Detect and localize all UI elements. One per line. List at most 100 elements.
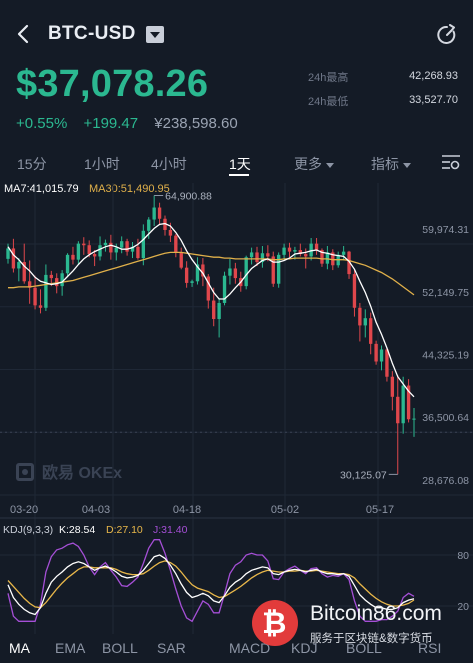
- tab-1h[interactable]: 1小时: [84, 154, 120, 174]
- candle-body: [136, 246, 140, 259]
- tab-more[interactable]: 更多: [294, 154, 334, 174]
- chart-settings-icon[interactable]: [441, 154, 461, 170]
- candle-body: [76, 243, 81, 260]
- change-absolute: +199.47: [83, 115, 139, 132]
- bitcoin86-watermark: ₿ Bitcoin86.com 服务于区块链&数字货币: [252, 592, 473, 654]
- candle-body: [184, 267, 189, 283]
- candle-body: [114, 247, 118, 253]
- candle-body: [71, 254, 75, 260]
- change-percent: +0.55%: [16, 115, 68, 132]
- candle-body: [412, 418, 416, 420]
- last-price: $37,078.26: [16, 63, 209, 105]
- candle-body: [282, 247, 286, 255]
- watermark-site: Bitcoin86.com: [310, 602, 442, 625]
- candle-body: [11, 248, 16, 269]
- x-tick-label: 05-17: [366, 504, 394, 516]
- candle-body: [374, 343, 378, 362]
- kdj-k-value: K:28.54: [59, 524, 96, 536]
- y-tick-label: 28,676.08: [422, 475, 469, 487]
- y-tick-label: 59,974.31: [422, 224, 469, 236]
- low-24h-label: 24h最低: [308, 96, 349, 108]
- candle-body: [255, 252, 259, 263]
- watermark-site-sub: 服务于区块链&数字货币: [310, 633, 433, 645]
- candle-body: [341, 251, 346, 255]
- candle-body: [228, 268, 232, 276]
- candle-body: [152, 207, 156, 220]
- candle-body: [179, 252, 183, 268]
- x-tick-label: 03-20: [10, 504, 38, 516]
- active-tab-indicator: [229, 174, 249, 176]
- candle-body: [125, 241, 129, 252]
- candle-body: [103, 242, 108, 246]
- ind-tab-ma[interactable]: MA: [9, 640, 30, 656]
- max-price-label: 64,900.88: [165, 190, 212, 202]
- price-chart[interactable]: 59,974.31 52,149.75 44,325.19 36,500.64 28,6…: [0, 178, 473, 636]
- candle-body: [141, 230, 146, 259]
- candle-body: [379, 349, 384, 362]
- candle-body: [38, 305, 43, 308]
- candle-body: [6, 248, 10, 259]
- tab-more-label: 更多: [294, 156, 322, 172]
- candle-body: [190, 281, 194, 283]
- x-tick-label: 05-02: [271, 504, 299, 516]
- candle-body: [87, 245, 91, 255]
- high-24h-value: 42,268.93: [409, 70, 458, 82]
- ind-tab-sar[interactable]: SAR: [157, 640, 186, 656]
- candle-body: [314, 243, 319, 251]
- candle-body: [98, 245, 102, 257]
- tab-indicators-label: 指标: [371, 156, 399, 172]
- candle-body: [385, 349, 389, 377]
- kdj-params: KDJ(9,3,3): [3, 524, 54, 536]
- price-change-row: +0.55% +199.47 ¥238,598.60: [16, 115, 250, 132]
- y-tick-label: 52,149.75: [422, 287, 469, 299]
- chevron-down-icon: [326, 162, 334, 168]
- back-arrow-icon[interactable]: [14, 22, 34, 46]
- candle-body: [109, 242, 113, 253]
- candle-body: [396, 396, 400, 424]
- min-price-label: 30,125.07: [340, 469, 387, 481]
- candle-body: [304, 254, 308, 257]
- tab-15m[interactable]: 15分: [17, 154, 47, 174]
- candle-body: [82, 243, 86, 246]
- candle-body: [352, 274, 357, 308]
- top-bar: BTC-USD: [0, 0, 473, 64]
- candle-body: [358, 307, 362, 326]
- candle-body: [212, 300, 216, 319]
- tab-4h[interactable]: 4小时: [151, 154, 187, 174]
- price-cny: ¥238,598.60: [154, 115, 238, 132]
- candle-body: [147, 219, 151, 231]
- candle-body: [390, 376, 395, 397]
- candle-body: [157, 207, 162, 219]
- candle-body: [266, 253, 270, 257]
- candle-body: [17, 262, 21, 269]
- pair-title[interactable]: BTC-USD: [48, 23, 136, 45]
- candle-body: [233, 268, 238, 279]
- y-tick-label: 44,325.19: [422, 350, 469, 362]
- x-tick-label: 04-03: [82, 504, 110, 516]
- ind-tab-ema[interactable]: EMA: [55, 640, 85, 656]
- candle-body: [33, 287, 37, 306]
- tab-1d[interactable]: 1天: [229, 154, 251, 174]
- pair-dropdown-icon[interactable]: [146, 26, 164, 43]
- candle-body: [44, 274, 48, 308]
- low-24h-value: 33,527.70: [409, 94, 458, 106]
- refresh-icon[interactable]: [436, 24, 458, 46]
- kdj-j-value: J:31.40: [153, 524, 188, 536]
- candle-body: [120, 241, 124, 248]
- candle-body: [217, 302, 221, 319]
- candle-body: [60, 273, 64, 287]
- candle-body: [65, 254, 70, 274]
- candle-body: [401, 385, 405, 424]
- candle-body: [369, 318, 373, 344]
- chevron-down-icon: [403, 162, 411, 168]
- candle-body: [271, 256, 275, 284]
- interval-tabs: 15分 1小时 4小时 1天 更多 指标: [0, 148, 473, 176]
- kdj-tick-label: 80: [457, 550, 469, 562]
- ma7-line: [7, 222, 415, 398]
- candle-body: [49, 274, 53, 279]
- candle-body: [174, 235, 178, 253]
- ind-tab-boll[interactable]: BOLL: [102, 640, 138, 656]
- tab-indicators[interactable]: 指标: [371, 154, 411, 174]
- kdj-d-value: D:27.10: [106, 524, 143, 536]
- candle-body: [244, 257, 248, 287]
